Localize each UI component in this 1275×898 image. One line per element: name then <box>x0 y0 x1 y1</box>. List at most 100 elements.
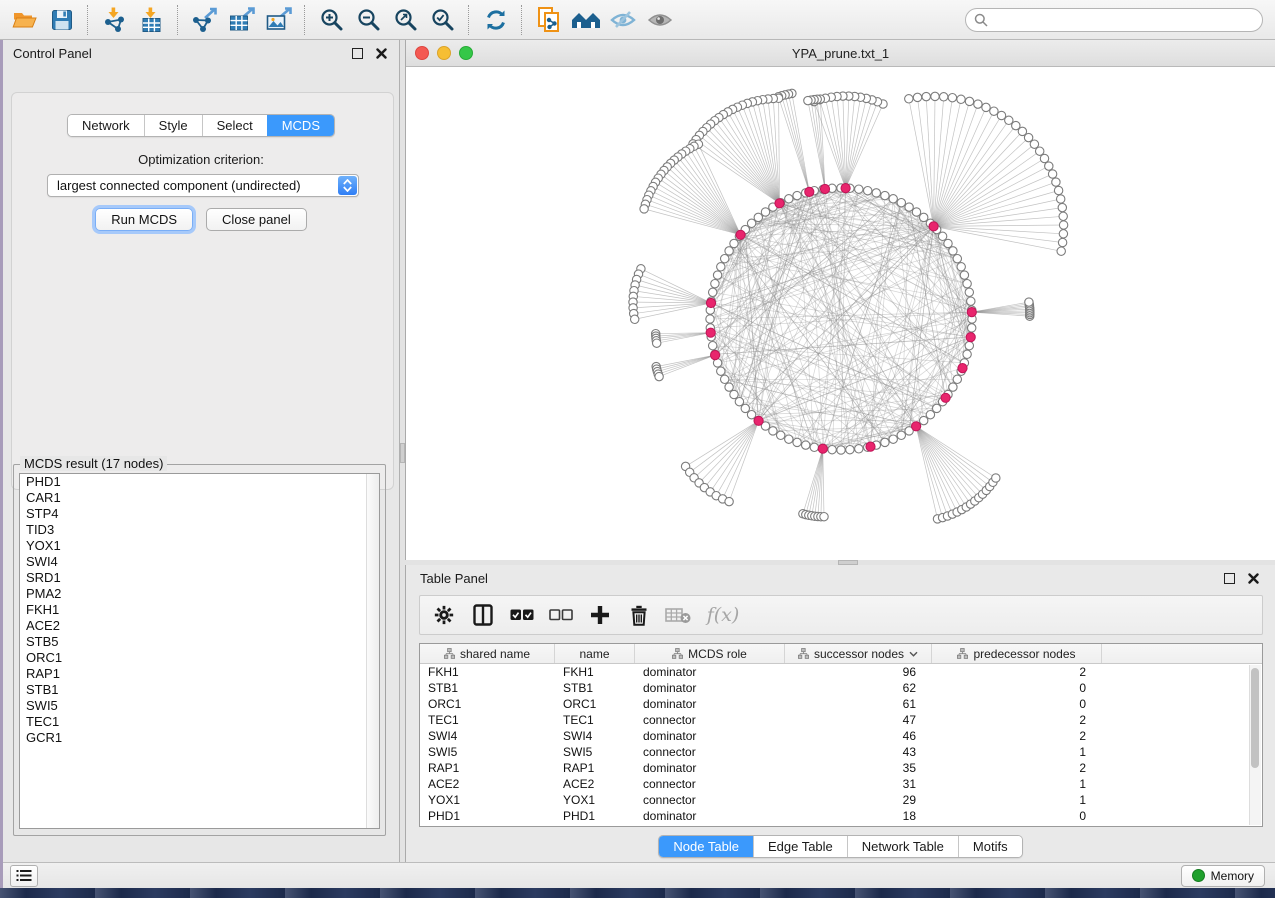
table-row[interactable]: ACE2ACE2connector311 <box>420 776 1262 792</box>
cell-successor-nodes: 46 <box>785 729 932 743</box>
mcds-result-item[interactable]: TID3 <box>20 522 379 538</box>
table-tab-motifs[interactable]: Motifs <box>958 836 1022 857</box>
memory-button[interactable]: Memory <box>1181 865 1265 887</box>
mcds-result-item[interactable]: GCR1 <box>20 730 379 746</box>
zoom-selected-button[interactable] <box>424 4 461 36</box>
network-view-window: YPA_prune.txt_1 <box>405 40 1275 560</box>
zoom-out-button[interactable] <box>350 4 387 36</box>
table-settings-button[interactable] <box>430 601 458 629</box>
float-panel-button[interactable] <box>349 45 365 61</box>
close-panel-button[interactable] <box>373 45 389 61</box>
zoom-fit-button[interactable] <box>387 4 424 36</box>
cell-successor-nodes: 35 <box>785 761 932 775</box>
mcds-result-list[interactable]: PHD1CAR1STP4TID3YOX1SWI4SRD1PMA2FKH1ACE2… <box>19 473 380 829</box>
window-close-icon[interactable] <box>415 46 429 60</box>
cell-name: TEC1 <box>555 713 635 727</box>
search-icon <box>974 13 988 27</box>
zoom-out-icon <box>356 7 382 33</box>
column-header-MCDS-role[interactable]: MCDS role <box>635 644 785 663</box>
mcds-result-item[interactable]: RAP1 <box>20 666 379 682</box>
show-columns-button[interactable] <box>469 601 497 629</box>
close-table-panel-button[interactable] <box>1245 570 1261 586</box>
mcds-result-item[interactable]: STP4 <box>20 506 379 522</box>
table-tab-edge-table[interactable]: Edge Table <box>753 836 847 857</box>
close-mcds-panel-button[interactable]: Close panel <box>206 208 307 231</box>
export-network-button[interactable] <box>186 4 223 36</box>
table-row[interactable]: PHD1PHD1dominator180 <box>420 808 1262 824</box>
mcds-result-item[interactable]: ACE2 <box>20 618 379 634</box>
mcds-result-item[interactable]: PHD1 <box>20 474 379 490</box>
mcds-result-item[interactable]: FKH1 <box>20 602 379 618</box>
zoom-in-button[interactable] <box>313 4 350 36</box>
run-mcds-button[interactable]: Run MCDS <box>95 208 193 231</box>
delete-table-button-disabled[interactable] <box>664 601 692 629</box>
task-history-button[interactable] <box>10 865 38 887</box>
tab-select[interactable]: Select <box>202 115 267 136</box>
network-titlebar[interactable]: YPA_prune.txt_1 <box>406 40 1275 67</box>
tab-network[interactable]: Network <box>68 115 144 136</box>
search-input[interactable] <box>965 8 1263 32</box>
function-builder-button-disabled[interactable]: f(x) <box>703 601 743 629</box>
mcds-result-item[interactable]: STB1 <box>20 682 379 698</box>
table-row[interactable]: RAP1RAP1dominator352 <box>420 760 1262 776</box>
export-table-button[interactable] <box>223 4 260 36</box>
table-row[interactable]: SWI4SWI4dominator462 <box>420 728 1262 744</box>
window-maximize-icon[interactable] <box>459 46 473 60</box>
save-session-button[interactable] <box>43 4 80 36</box>
list-scrollbar[interactable] <box>366 474 379 828</box>
mcds-result-item[interactable]: CAR1 <box>20 490 379 506</box>
import-table-button[interactable] <box>133 4 170 36</box>
cell-shared-name: ACE2 <box>420 777 555 791</box>
mcds-result-item[interactable]: STB5 <box>20 634 379 650</box>
show-all-button[interactable] <box>641 4 678 36</box>
table-row[interactable]: YOX1YOX1connector291 <box>420 792 1262 808</box>
mcds-result-item[interactable]: YOX1 <box>20 538 379 554</box>
export-table-icon <box>228 7 256 33</box>
network-search <box>965 8 1263 32</box>
criterion-select[interactable]: largest connected component (undirected) <box>47 174 359 197</box>
column-label: MCDS role <box>688 647 747 661</box>
add-column-button[interactable] <box>586 601 614 629</box>
cell-predecessor-nodes: 0 <box>932 681 1102 695</box>
refresh-button[interactable] <box>477 4 514 36</box>
select-all-button[interactable] <box>508 601 536 629</box>
window-minimize-icon[interactable] <box>437 46 451 60</box>
table-row[interactable]: ORC1ORC1dominator610 <box>420 696 1262 712</box>
table-tab-network-table[interactable]: Network Table <box>847 836 958 857</box>
column-header-predecessor-nodes[interactable]: predecessor nodes <box>932 644 1102 663</box>
table-tab-node-table[interactable]: Node Table <box>659 836 753 857</box>
toolbar-separator <box>177 5 179 35</box>
column-header-shared-name[interactable]: shared name <box>420 644 555 663</box>
table-row[interactable]: FKH1FKH1dominator962 <box>420 664 1262 680</box>
network-canvas[interactable] <box>406 67 1274 559</box>
mcds-result-item[interactable]: SWI5 <box>20 698 379 714</box>
cell-successor-nodes: 62 <box>785 681 932 695</box>
table-row[interactable]: TEC1TEC1connector472 <box>420 712 1262 728</box>
mcds-result-item[interactable]: TEC1 <box>20 714 379 730</box>
cell-MCDS-role: connector <box>635 713 785 727</box>
column-header-successor-nodes[interactable]: successor nodes <box>785 644 932 663</box>
tab-style[interactable]: Style <box>144 115 202 136</box>
mcds-result-item[interactable]: SRD1 <box>20 570 379 586</box>
network-graph[interactable] <box>406 67 1274 557</box>
mcds-result-item[interactable]: SWI4 <box>20 554 379 570</box>
import-network-button[interactable] <box>96 4 133 36</box>
float-table-panel-button[interactable] <box>1221 570 1237 586</box>
deselect-all-button[interactable] <box>547 601 575 629</box>
mcds-result-item[interactable]: ORC1 <box>20 650 379 666</box>
clone-network-button[interactable] <box>530 4 567 36</box>
mcds-result-item[interactable]: PMA2 <box>20 586 379 602</box>
node-table[interactable]: shared namename MCDS role successor nodesp… <box>419 643 1263 827</box>
table-row[interactable]: SWI5SWI5connector431 <box>420 744 1262 760</box>
open-session-button[interactable] <box>6 4 43 36</box>
delete-column-button[interactable] <box>625 601 653 629</box>
hide-selected-button[interactable] <box>604 4 641 36</box>
column-header-name[interactable]: name <box>555 644 635 663</box>
table-scrollbar[interactable] <box>1249 665 1261 825</box>
tab-mcds[interactable]: MCDS <box>267 115 334 136</box>
table-row[interactable]: STB1STB1dominator620 <box>420 680 1262 696</box>
scrollbar-thumb[interactable] <box>1251 668 1259 768</box>
cell-name: YOX1 <box>555 793 635 807</box>
first-neighbors-button[interactable] <box>567 4 604 36</box>
export-image-button[interactable] <box>260 4 297 36</box>
